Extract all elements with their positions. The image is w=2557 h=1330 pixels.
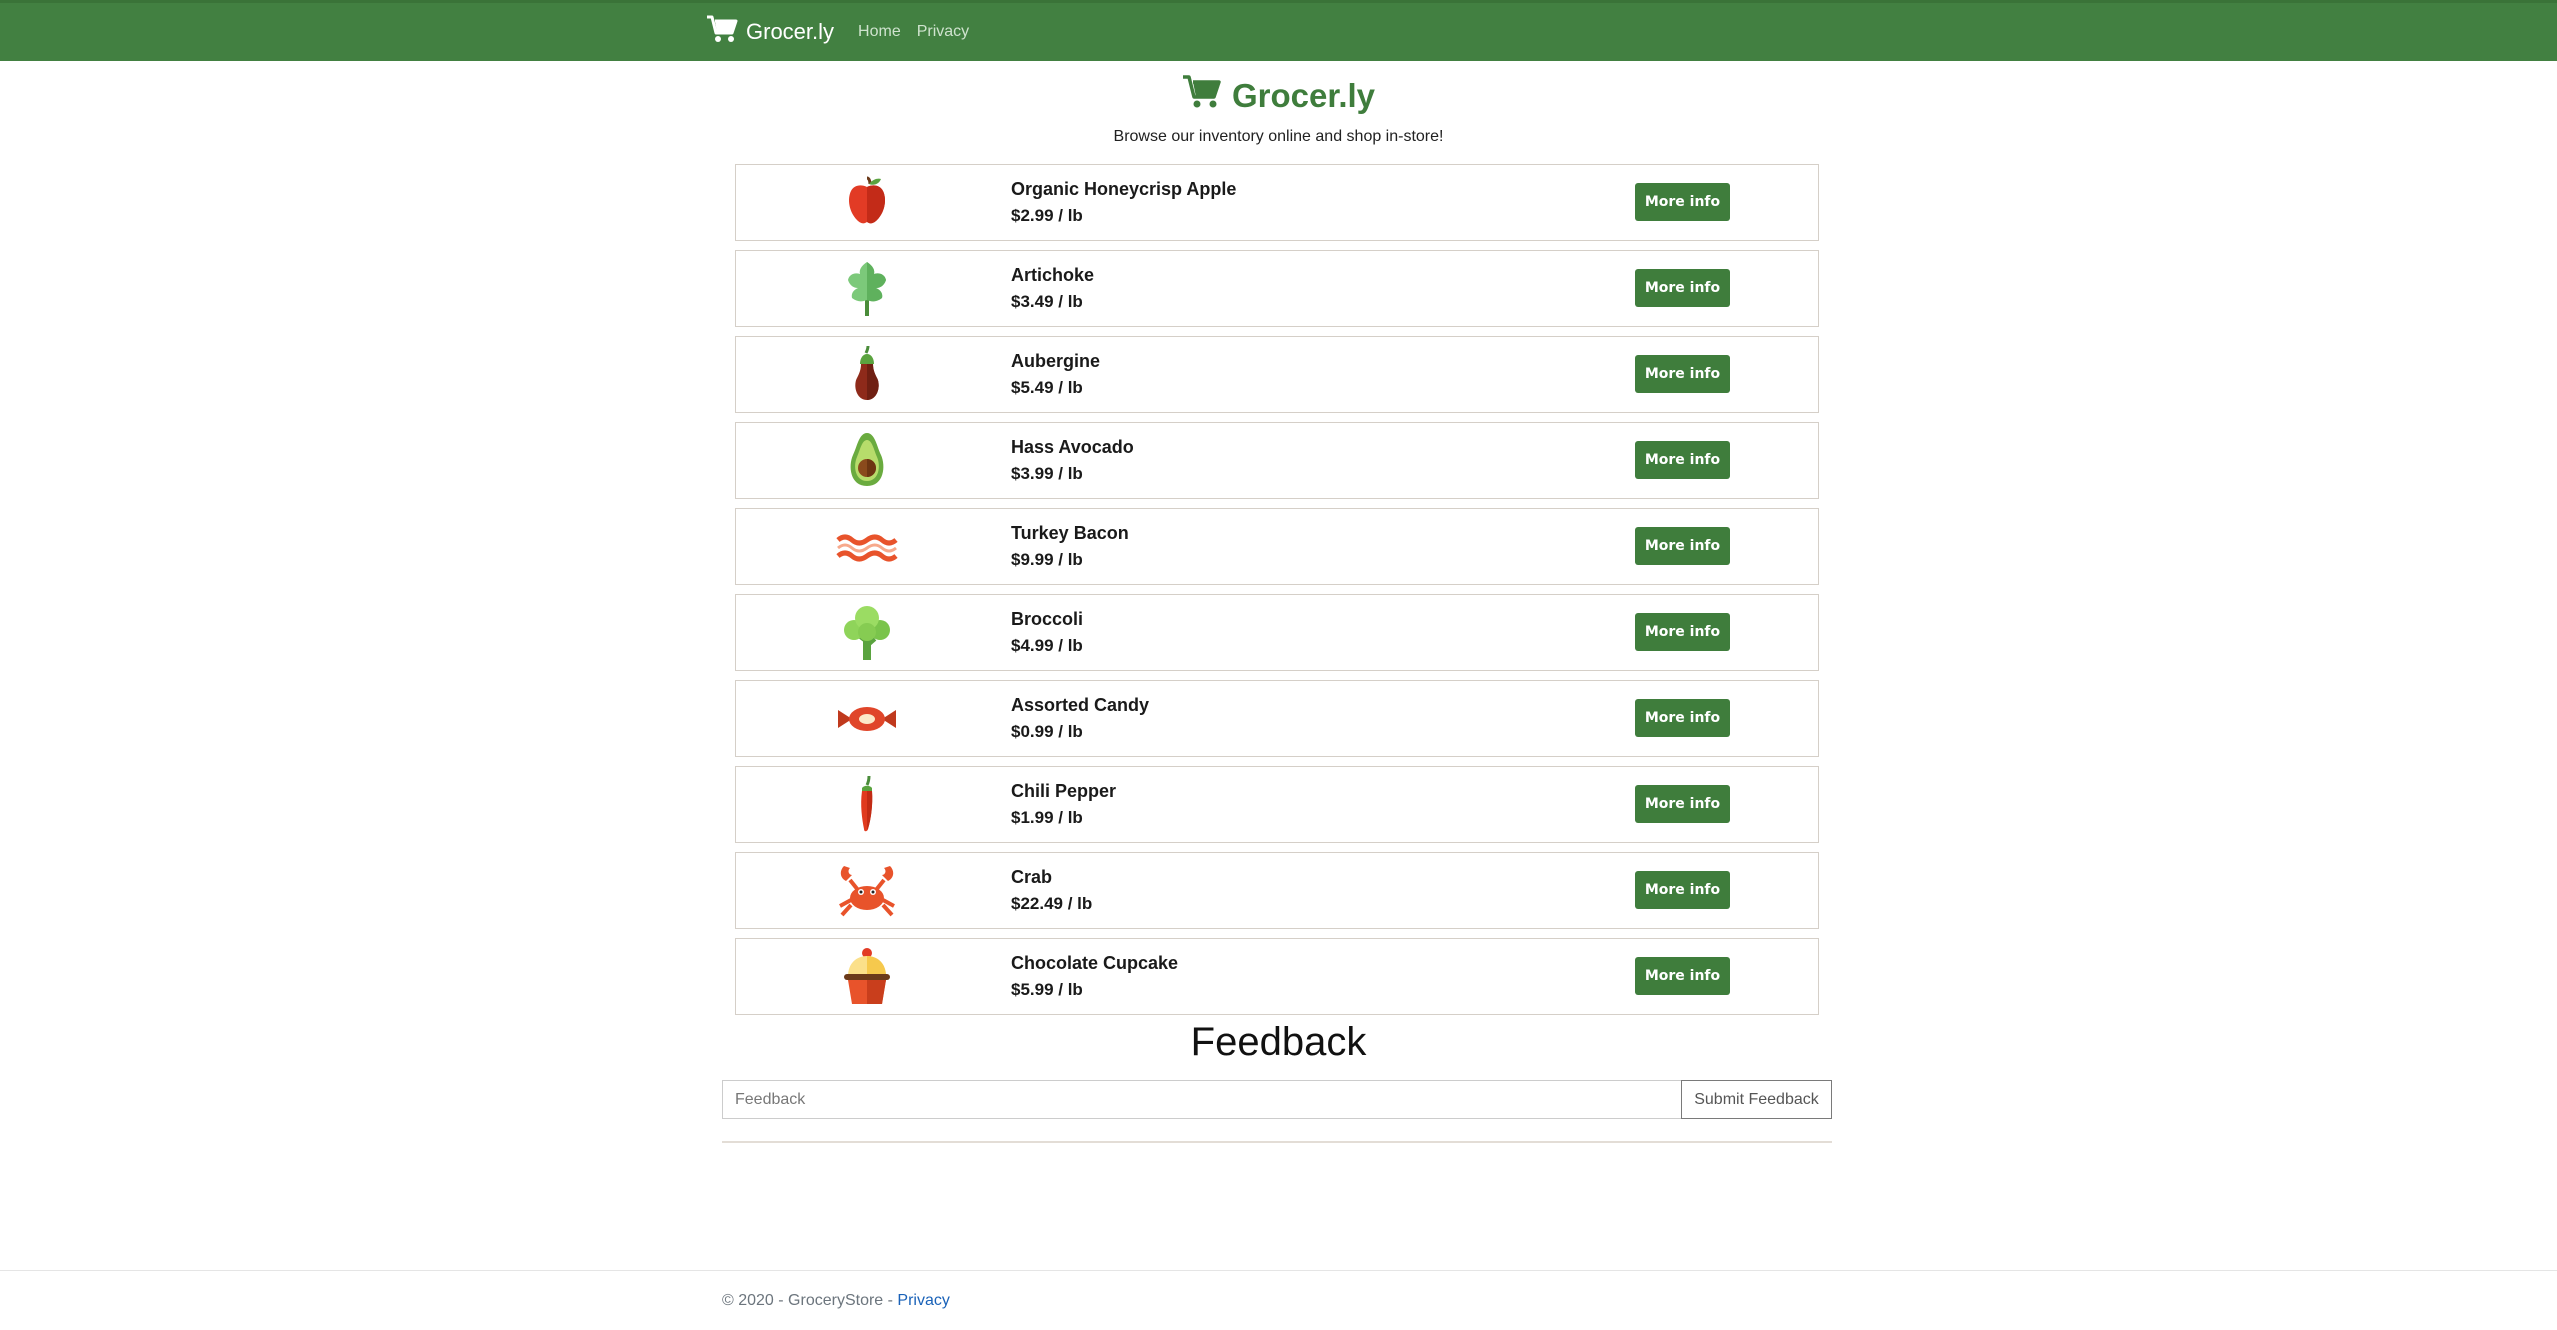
product-name: Chocolate Cupcake xyxy=(1011,953,1179,973)
more-info-button[interactable]: More info xyxy=(1635,441,1730,479)
nav-link-privacy[interactable]: Privacy xyxy=(917,23,969,41)
footer-divider xyxy=(0,1270,2557,1271)
product-card: Hass Avocado $3.99 / lb More info xyxy=(735,422,1819,499)
feedback-input[interactable] xyxy=(722,1080,1681,1119)
product-name: Aubergine xyxy=(1011,351,1101,371)
product-name: Turkey Bacon xyxy=(1011,523,1129,543)
crab-icon xyxy=(836,860,898,922)
page-header: Grocer.ly Browse our inventory online an… xyxy=(0,74,2557,146)
product-name: Assorted Candy xyxy=(1011,695,1150,715)
product-price: $3.49 / lb xyxy=(1011,292,1083,311)
product-card: Crab $22.49 / lb More info xyxy=(735,852,1819,929)
section-divider xyxy=(722,1141,1832,1143)
more-info-button[interactable]: More info xyxy=(1635,183,1730,221)
product-name: Hass Avocado xyxy=(1011,437,1134,457)
page-footer: © 2020 - GroceryStore - Privacy xyxy=(722,1292,950,1310)
product-price: $3.99 / lb xyxy=(1011,464,1083,483)
top-navbar: Grocer.ly Home Privacy xyxy=(0,0,2557,61)
navbar-brand-label: Grocer.ly xyxy=(746,19,835,44)
product-card: Organic Honeycrisp Apple $2.99 / lb More… xyxy=(735,164,1819,241)
product-name: Artichoke xyxy=(1011,265,1095,285)
submit-feedback-button[interactable]: Submit Feedback xyxy=(1681,1080,1832,1119)
footer-privacy-link[interactable]: Privacy xyxy=(897,1292,949,1309)
product-card: Chocolate Cupcake $5.99 / lb More info xyxy=(735,938,1819,1015)
product-price: $4.99 / lb xyxy=(1011,636,1083,655)
more-info-button[interactable]: More info xyxy=(1635,957,1730,995)
footer-copyright: © 2020 - GroceryStore - xyxy=(722,1292,898,1309)
product-card: Assorted Candy $0.99 / lb More info xyxy=(735,680,1819,757)
navbar-brand[interactable]: Grocer.ly xyxy=(706,14,834,50)
aubergine-icon xyxy=(836,344,898,406)
product-card: Artichoke $3.49 / lb More info xyxy=(735,250,1819,327)
product-name: Organic Honeycrisp Apple xyxy=(1011,179,1237,199)
bacon-icon xyxy=(836,516,898,578)
page-subtitle: Browse our inventory online and shop in-… xyxy=(1113,128,1444,145)
more-info-button[interactable]: More info xyxy=(1635,699,1730,737)
navbar-inner: Grocer.ly Home Privacy xyxy=(706,3,985,61)
product-name: Crab xyxy=(1011,867,1053,887)
nav-link-home[interactable]: Home xyxy=(858,23,901,41)
product-price: $2.99 / lb xyxy=(1011,206,1083,225)
feedback-heading: Feedback xyxy=(1190,1020,1367,1064)
product-price: $22.49 / lb xyxy=(1011,894,1093,913)
more-info-button[interactable]: More info xyxy=(1635,269,1730,307)
product-price: $5.49 / lb xyxy=(1011,378,1083,397)
product-card: Chili Pepper $1.99 / lb More info xyxy=(735,766,1819,843)
product-price: $1.99 / lb xyxy=(1011,808,1083,827)
product-price: $0.99 / lb xyxy=(1011,722,1083,741)
cupcake-icon xyxy=(836,946,898,1008)
product-name: Broccoli xyxy=(1011,609,1084,629)
more-info-button[interactable]: More info xyxy=(1635,785,1730,823)
candy-icon xyxy=(836,688,898,750)
avocado-icon xyxy=(836,430,898,492)
apple-icon xyxy=(836,172,898,234)
product-card: Broccoli $4.99 / lb More info xyxy=(735,594,1819,671)
more-info-button[interactable]: More info xyxy=(1635,613,1730,651)
more-info-button[interactable]: More info xyxy=(1635,527,1730,565)
product-card: Aubergine $5.49 / lb More info xyxy=(735,336,1819,413)
page-title: Grocer.ly xyxy=(1182,74,1375,118)
cart-icon xyxy=(706,14,738,50)
product-card: Turkey Bacon $9.99 / lb More info xyxy=(735,508,1819,585)
product-list: Organic Honeycrisp Apple $2.99 / lb More… xyxy=(735,164,1819,1024)
page-title-text: Grocer.ly xyxy=(1231,77,1376,114)
product-price: $5.99 / lb xyxy=(1011,980,1083,999)
feedback-form: Submit Feedback xyxy=(722,1080,1832,1119)
product-name: Chili Pepper xyxy=(1011,781,1117,801)
more-info-button[interactable]: More info xyxy=(1635,355,1730,393)
broccoli-icon xyxy=(836,602,898,664)
cart-icon xyxy=(1182,74,1222,118)
product-price: $9.99 / lb xyxy=(1011,550,1083,569)
more-info-button[interactable]: More info xyxy=(1635,871,1730,909)
chili-pepper-icon xyxy=(836,774,898,836)
artichoke-icon xyxy=(836,258,898,320)
